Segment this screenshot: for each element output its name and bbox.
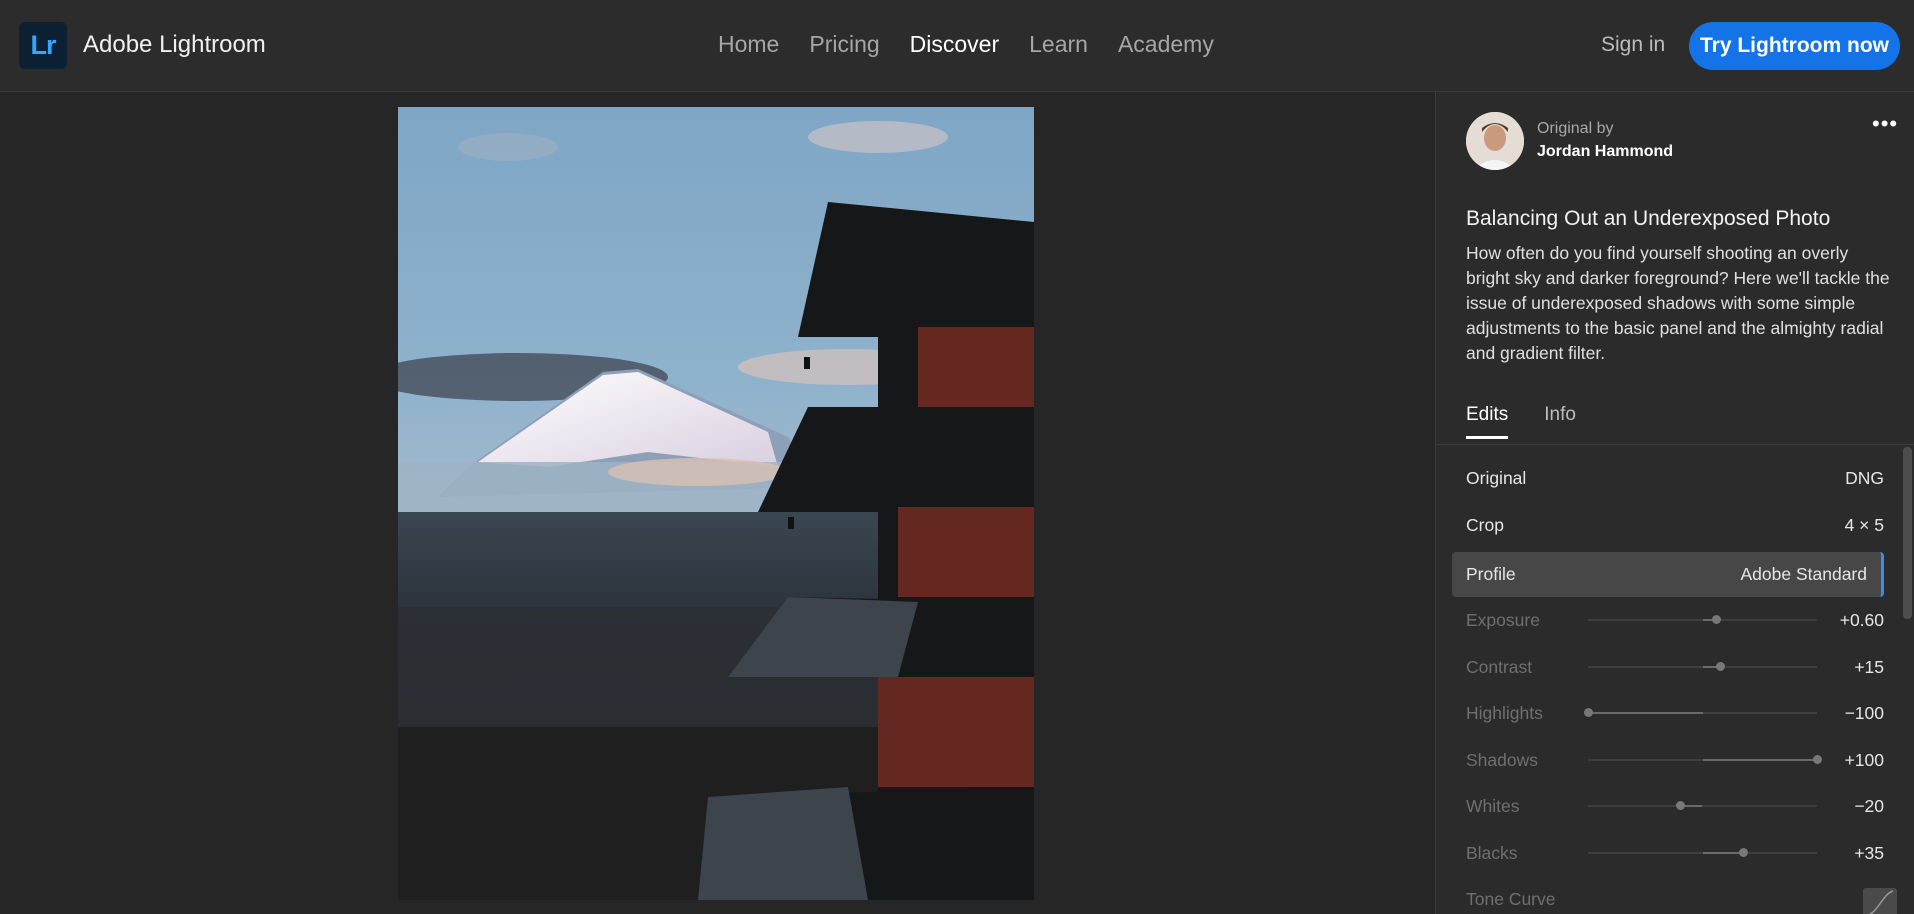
panel-scrollbar[interactable]	[1903, 447, 1912, 619]
top-header: Lr Adobe Lightroom Home Pricing Discover…	[0, 0, 1914, 92]
slider-track[interactable]	[1588, 662, 1817, 671]
setting-original: Original DNG	[1466, 459, 1884, 497]
lightroom-logo[interactable]: Lr	[19, 22, 67, 69]
author-name[interactable]: Jordan Hammond	[1537, 143, 1673, 161]
edit-description: How often do you find yourself shooting …	[1466, 243, 1890, 363]
setting-label: Profile	[1466, 564, 1516, 584]
slider-track[interactable]	[1588, 848, 1817, 857]
slider-label: Exposure	[1466, 609, 1540, 630]
slider-label: Whites	[1466, 795, 1520, 816]
slider-track[interactable]	[1588, 615, 1817, 624]
edit-title: Balancing Out an Underexposed Photo	[1466, 207, 1831, 230]
tab-edits[interactable]: Edits	[1466, 404, 1509, 439]
setting-label: Crop	[1466, 514, 1504, 535]
slider-knob[interactable]	[1712, 615, 1722, 624]
setting-label: Original	[1466, 467, 1527, 488]
slider-label: Shadows	[1466, 749, 1538, 770]
nav-home[interactable]: Home	[718, 31, 779, 58]
main-nav: Home Pricing Discover Learn Academy	[718, 31, 1214, 58]
slider-track[interactable]	[1588, 755, 1822, 764]
nav-academy[interactable]: Academy	[1118, 31, 1214, 58]
slider-value: −100	[1844, 702, 1884, 723]
setting-profile[interactable]: Profile Adobe Standard	[1452, 552, 1884, 597]
edit-settings-list: Original DNG Crop 4 × 5 Profile Adobe St…	[1436, 445, 1914, 914]
edited-photo	[398, 107, 1034, 900]
slider-knob[interactable]	[1715, 662, 1725, 671]
original-by-label: Original by	[1537, 120, 1614, 137]
slider-knob[interactable]	[1813, 755, 1822, 764]
nav-pricing[interactable]: Pricing	[809, 31, 879, 58]
more-options-icon[interactable]: •••	[1872, 111, 1898, 137]
sign-in-link[interactable]: Sign in	[1601, 33, 1665, 57]
setting-label: Tone Curve	[1466, 888, 1556, 909]
slider-contrast: Contrast +15	[1466, 648, 1884, 686]
edit-details-panel: Original by Jordan Hammond ••• Balancing…	[1435, 92, 1914, 914]
nav-learn[interactable]: Learn	[1029, 31, 1088, 58]
slider-shadows: Shadows +100	[1466, 741, 1884, 779]
tone-curve-icon	[1863, 888, 1897, 914]
setting-value: Adobe Standard	[1740, 564, 1868, 584]
slider-label: Blacks	[1466, 842, 1518, 863]
slider-track[interactable]	[1588, 801, 1817, 810]
slider-knob[interactable]	[1584, 708, 1593, 717]
slider-whites: Whites −20	[1466, 787, 1884, 825]
slider-blacks: Blacks +35	[1466, 834, 1884, 872]
author-avatar[interactable]	[1466, 112, 1524, 170]
tab-info[interactable]: Info	[1544, 404, 1576, 439]
panel-tabs: Edits Info	[1466, 404, 1576, 439]
slider-label: Highlights	[1466, 702, 1543, 723]
try-lightroom-button[interactable]: Try Lightroom now	[1689, 22, 1900, 70]
slider-track[interactable]	[1584, 708, 1817, 717]
brand-name[interactable]: Adobe Lightroom	[83, 31, 266, 59]
setting-value: DNG	[1845, 467, 1884, 488]
slider-knob[interactable]	[1738, 848, 1748, 857]
slider-highlights: Highlights −100	[1466, 694, 1884, 732]
pagoda-mountain-image	[398, 107, 1034, 900]
slider-value: +35	[1854, 842, 1884, 863]
setting-crop: Crop 4 × 5	[1466, 506, 1884, 544]
slider-knob[interactable]	[1675, 801, 1685, 810]
slider-exposure: Exposure +0.60	[1466, 601, 1884, 639]
slider-value: −20	[1854, 795, 1884, 816]
setting-value: 4 × 5	[1844, 514, 1884, 535]
slider-value: +15	[1854, 656, 1884, 677]
slider-value: +100	[1844, 749, 1884, 770]
setting-tone-curve[interactable]: Tone Curve	[1466, 880, 1897, 914]
slider-label: Contrast	[1466, 656, 1533, 677]
slider-value: +0.60	[1839, 609, 1884, 630]
nav-discover[interactable]: Discover	[910, 31, 999, 58]
person-avatar-icon	[1466, 112, 1524, 170]
